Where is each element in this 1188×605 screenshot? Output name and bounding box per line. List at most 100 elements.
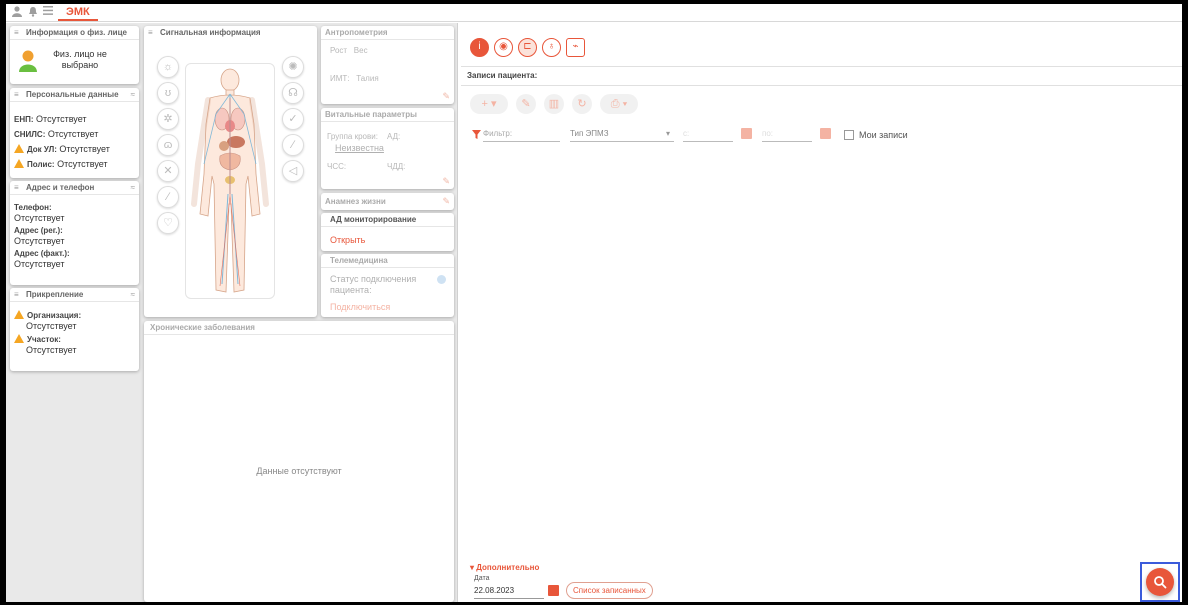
my-records-checkbox[interactable] [844,130,854,140]
rr-label: ЧДД: [387,162,406,171]
menu-icon[interactable]: ≡ [14,181,23,195]
edit-pencil-icon[interactable]: ✎ [442,91,450,102]
capsule-icon[interactable]: ◁ [282,160,304,182]
my-records-label: Мои записи [859,130,908,140]
person-info-header: ≡ Информация о физ. лице [10,26,139,40]
tab-emk[interactable]: ЭМК [58,5,98,21]
pill-icon[interactable]: ∕ [282,134,304,156]
menu-icon[interactable]: ≡ [14,288,23,302]
hierarchy-icon[interactable]: ⊏ [518,38,537,57]
warning-icon [14,310,24,319]
calendar-icon[interactable] [820,128,831,139]
collapse-icon[interactable]: ≈ [131,88,135,102]
card-title: Сигнальная информация [160,28,261,37]
check-circle-icon[interactable]: ✓ [282,108,304,130]
personal-data-list: ЕНП: Отсутствует СНИЛС: Отсутствует Док … [14,112,110,172]
phone-label: Телефон: [14,203,52,212]
open-link[interactable]: Открыть [330,235,365,245]
row-label: СНИЛС: [14,130,46,139]
pencil-icon[interactable]: ✎ [516,94,536,114]
row-enp: ЕНП: Отсутствует [14,112,110,127]
card-title: Прикрепление [26,290,84,299]
filter-icon [472,130,481,139]
user-icon[interactable] [11,6,23,18]
attachment-list: Организация: Отсутствует Участок: Отсутс… [14,310,81,355]
card-title: Анамнез жизни [325,197,386,206]
date-from-input[interactable]: с: [683,128,733,142]
virus-icon[interactable]: ✲ [157,108,179,130]
plus-dropdown-icon[interactable]: + ▾ [470,94,508,114]
body-figure[interactable] [185,63,275,299]
card-title: Антропометрия [321,26,454,40]
collapse-icon[interactable]: ≈ [131,288,135,302]
personal-data-header: ≡ Персональные данные ≈ [10,88,139,102]
signal-info-card: ≡ Сигнальная информация ☼ ʊ ✲ ɷ ✕ ∕ ♡ ✺ ☊… [144,26,317,317]
refresh-icon[interactable]: ↻ [572,94,592,114]
addr-fact-label: Адрес (факт.): [14,249,70,258]
sun-icon[interactable]: ☼ [157,56,179,78]
syringe-icon[interactable]: ∕ [157,186,179,208]
eye-icon[interactable]: ◉ [494,38,513,57]
trash-icon[interactable]: ▥ [544,94,564,114]
avatar [19,50,37,74]
caret-down-icon: ▾ [470,563,475,572]
registered-list-button[interactable]: Список записанных [566,582,653,599]
stethoscope-icon[interactable]: ʊ [157,82,179,104]
menu-icon[interactable]: ≡ [14,26,23,40]
bell-icon[interactable] [27,6,39,18]
row-label: Полис: [27,160,55,169]
addr-reg-value: Отсутствует [14,236,65,246]
filter-input[interactable]: Фильтр: [483,128,560,142]
person-info-card: ≡ Информация о физ. лице Физ. лицо не выб… [10,26,139,84]
calendar-icon[interactable] [741,128,752,139]
status-line: Статус подключения [330,274,417,284]
person-info-icon[interactable]: i [470,38,489,57]
date-to-input[interactable]: по: [762,128,812,142]
microscope-icon[interactable]: ♁ [542,38,561,57]
lungs-icon[interactable]: ɷ [157,134,179,156]
attachment-card: ≡ Прикрепление ≈ Организация: Отсутствует … [10,288,139,371]
blood-group-value[interactable]: Неизвестна [335,143,384,153]
allergy-icon[interactable]: ✺ [282,56,304,78]
bmi-label: ИМТ: [330,74,350,83]
district-label: Участок: [14,334,81,345]
heart-pulse-icon[interactable]: ♡ [157,212,179,234]
org-value: Отсутствует [26,321,77,331]
menu-icon[interactable]: ≡ [14,88,23,102]
row-value: Отсутствует [36,114,87,124]
connect-link[interactable]: Подключиться [330,302,390,312]
card-title: Хронические заболевания [144,321,454,335]
chart-icon[interactable]: ⌁ [566,38,585,57]
top-bar: ЭМК [6,4,1182,22]
height-weight-row: Рост Вес [330,46,368,55]
row-policy: Полис: Отсутствует [14,157,110,172]
blood-group-row: Группа крови: АД: [327,132,452,141]
card-title: АД мониторирование [321,213,454,227]
calendar-icon[interactable] [548,585,559,596]
org-label-text: Организация: [27,311,82,320]
search-fab[interactable] [1146,568,1174,596]
telemedicine-card: Телемедицина Статус подключения пациента… [321,254,454,317]
edit-pencil-icon[interactable]: ✎ [442,176,450,187]
menu-icon[interactable]: ≡ [148,26,157,40]
print-dropdown-icon[interactable]: ⎙ ▾ [600,94,638,114]
extra-toggle-label: Дополнительно [476,563,540,572]
bandage-icon[interactable]: ✕ [157,160,179,182]
waist-label: Талия [356,74,379,83]
phone-value: Отсутствует [14,213,65,223]
menu-icon[interactable] [42,6,54,18]
address-phone-header: ≡ Адрес и телефон ≈ [10,181,139,195]
chevron-down-icon: ▾ [665,129,670,138]
district-value: Отсутствует [26,345,77,355]
separator [461,85,1182,86]
date-input[interactable]: 22.08.2023 [474,585,544,599]
type-select[interactable]: Тип ЭПМЗ ▾ [570,128,674,142]
status-dot-icon [437,275,446,284]
card-title: Информация о физ. лице [26,28,127,37]
edit-pencil-icon[interactable]: ✎ [442,196,450,207]
pregnancy-icon[interactable]: ☊ [282,82,304,104]
personal-data-card: ≡ Персональные данные ≈ ЕНП: Отсутствует С… [10,88,139,178]
collapse-icon[interactable]: ≈ [131,181,135,195]
extra-toggle[interactable]: ▾ Дополнительно [470,563,539,572]
life-anamnesis-card[interactable]: Анамнез жизни ✎ [321,193,454,210]
